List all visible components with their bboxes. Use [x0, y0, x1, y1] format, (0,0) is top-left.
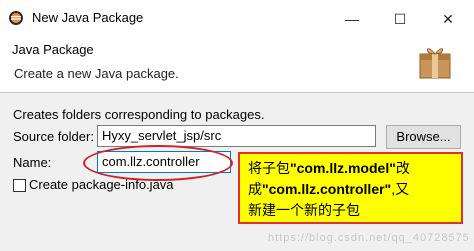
package-name-field[interactable]: com.llz.controller — [97, 151, 231, 173]
annotation-line1-bold: "com.llz.model" — [290, 160, 396, 176]
intro-text: Creates folders corresponding to package… — [13, 107, 265, 122]
annotation-line3: 新建一个新的子包 — [248, 202, 360, 218]
annotation-line1-pre: 将子包 — [248, 160, 290, 176]
annotation-line2-bold: "com.llz.controller" — [262, 181, 392, 197]
watermark: https://blog.csdn.net/qq_40728575 — [268, 232, 470, 244]
eclipse-icon — [9, 11, 23, 25]
maximize-button[interactable]: ☐ — [384, 6, 416, 32]
annotation-callout: 将子包"com.llz.model"改 成"com.llz.controller… — [238, 152, 463, 224]
package-icon — [419, 48, 451, 79]
create-package-info-checkbox[interactable] — [13, 179, 26, 192]
annotation-line2-pre: 成 — [248, 181, 262, 197]
name-label: Name: — [13, 155, 52, 170]
banner-title: Java Package — [12, 42, 94, 57]
minimize-button[interactable]: — — [336, 6, 368, 32]
banner-description: Create a new Java package. — [14, 66, 179, 81]
title-bar: New Java Package — ☐ ✕ — [0, 0, 474, 36]
annotation-line1-post: 改 — [395, 160, 410, 176]
source-folder-label: Source folder: — [13, 129, 94, 144]
close-button[interactable]: ✕ — [432, 6, 464, 32]
create-package-info-label: Create package-info.java — [29, 177, 174, 192]
annotation-line2-post: ,又 — [391, 181, 410, 197]
window-title: New Java Package — [32, 10, 144, 25]
source-folder-field[interactable]: Hyxy_servlet_jsp/src — [97, 125, 376, 147]
browse-button[interactable]: Browse... — [386, 125, 461, 149]
